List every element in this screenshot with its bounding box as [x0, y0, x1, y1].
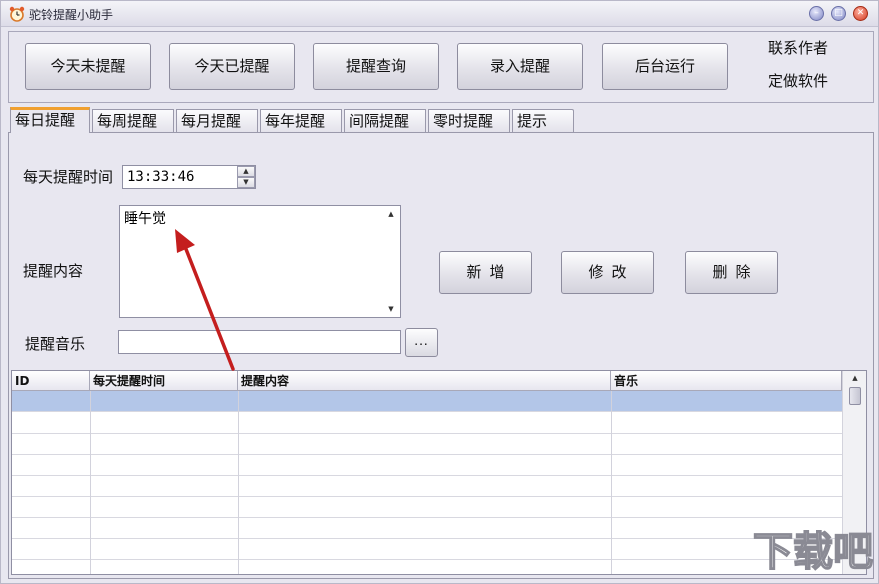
reminder-query-button[interactable]: 提醒查询 — [313, 43, 439, 90]
table-row[interactable] — [12, 413, 842, 434]
reminder-table[interactable]: ID 每天提醒时间 提醒内容 音乐 ▲ — [11, 370, 867, 575]
scroll-thumb[interactable] — [849, 387, 861, 405]
tab-yearly[interactable]: 每年提醒 — [260, 109, 342, 133]
minimize-icon: – — [814, 8, 819, 18]
table-row[interactable] — [12, 476, 842, 497]
tab-weekly[interactable]: 每周提醒 — [92, 109, 174, 133]
music-input[interactable] — [118, 330, 401, 354]
column-divider — [238, 391, 239, 574]
table-row[interactable] — [12, 434, 842, 455]
browse-music-button[interactable]: ... — [405, 328, 438, 357]
background-run-button[interactable]: 后台运行 — [602, 43, 728, 90]
tab-bar: 每日提醒 每周提醒 每月提醒 每年提醒 间隔提醒 零时提醒 提示 — [8, 107, 874, 133]
content-textarea[interactable]: 睡午觉 ▲ ▼ — [119, 205, 401, 318]
scroll-down-icon[interactable]: ▼ — [384, 303, 398, 315]
alarm-clock-icon — [9, 6, 25, 22]
spin-down-icon[interactable]: ▼ — [237, 177, 255, 188]
table-row[interactable] — [12, 391, 842, 412]
app-window: 驼铃提醒小助手 – □ ✕ 今天未提醒 今天已提醒 提醒查询 录入提醒 后台运行… — [0, 0, 879, 584]
column-header-content[interactable]: 提醒内容 — [238, 371, 611, 391]
content-scrollbar[interactable]: ▲ ▼ — [384, 208, 398, 315]
time-input[interactable]: 13:33:46 — [122, 165, 256, 189]
tab-tips[interactable]: 提示 — [512, 109, 574, 133]
close-button[interactable]: ✕ — [853, 6, 868, 21]
tab-one-time[interactable]: 零时提醒 — [428, 109, 510, 133]
column-divider — [611, 391, 612, 574]
window-title: 驼铃提醒小助手 — [29, 8, 114, 22]
maximize-icon: □ — [834, 8, 843, 18]
column-header-music[interactable]: 音乐 — [611, 371, 842, 391]
custom-software-link[interactable]: 定做软件 — [768, 70, 828, 91]
content-label: 提醒内容 — [23, 262, 84, 280]
column-header-time[interactable]: 每天提醒时间 — [90, 371, 238, 391]
toolbar: 今天未提醒 今天已提醒 提醒查询 录入提醒 后台运行 联系作者 定做软件 — [8, 31, 874, 103]
time-spinner[interactable]: ▲ ▼ — [237, 166, 255, 188]
column-header-id[interactable]: ID — [12, 371, 90, 391]
time-label: 每天提醒时间 — [23, 168, 114, 186]
scroll-up-icon[interactable]: ▲ — [384, 208, 398, 220]
table-header: ID 每天提醒时间 提醒内容 音乐 — [12, 371, 842, 391]
title-bar[interactable]: 驼铃提醒小助手 – □ ✕ — [1, 1, 878, 27]
spin-up-icon[interactable]: ▲ — [237, 166, 255, 177]
music-label: 提醒音乐 — [25, 335, 86, 353]
today-unreminded-button[interactable]: 今天未提醒 — [25, 43, 151, 90]
watermark-logo: 下载吧 — [752, 528, 874, 576]
table-row[interactable] — [12, 455, 842, 476]
add-button[interactable]: 新增 — [439, 251, 532, 294]
table-row[interactable] — [12, 497, 842, 518]
scroll-up-icon[interactable]: ▲ — [848, 374, 862, 386]
tab-daily[interactable]: 每日提醒 — [10, 107, 90, 133]
tab-interval[interactable]: 间隔提醒 — [344, 109, 426, 133]
table-row[interactable] — [12, 539, 842, 560]
tab-monthly[interactable]: 每月提醒 — [176, 109, 258, 133]
column-divider — [90, 391, 91, 574]
table-row[interactable] — [12, 560, 842, 574]
watermark-text: 下载吧 — [753, 529, 873, 575]
today-reminded-button[interactable]: 今天已提醒 — [169, 43, 295, 90]
contact-author-link[interactable]: 联系作者 — [768, 37, 828, 58]
content-text: 睡午觉 — [124, 211, 166, 227]
minimize-button[interactable]: – — [809, 6, 824, 21]
table-row[interactable] — [12, 518, 842, 539]
close-icon: ✕ — [856, 8, 865, 18]
delete-button[interactable]: 删除 — [685, 251, 778, 294]
enter-reminder-button[interactable]: 录入提醒 — [457, 43, 583, 90]
edit-button[interactable]: 修改 — [561, 251, 654, 294]
maximize-button[interactable]: □ — [831, 6, 846, 21]
